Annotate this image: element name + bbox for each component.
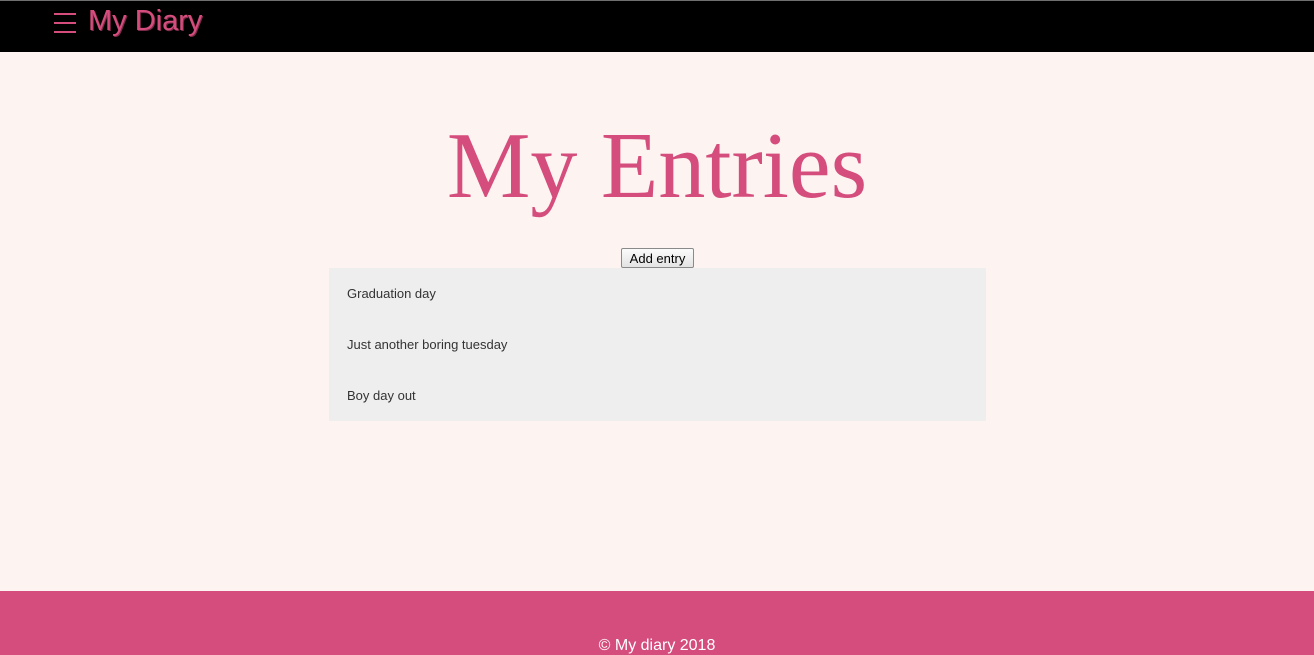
entries-list: Graduation day Just another boring tuesd…: [329, 268, 986, 421]
copyright-text: © My diary 2018: [598, 637, 716, 654]
footer: © My diary 2018: [0, 591, 1314, 655]
top-navbar: My Diary: [0, 0, 1314, 52]
entry-item[interactable]: Just another boring tuesday: [347, 337, 507, 353]
brand-menu-toggle[interactable]: My Diary: [53, 4, 202, 38]
entry-item[interactable]: Boy day out: [347, 388, 416, 404]
page-title: My Entries: [446, 114, 868, 218]
hamburger-menu-icon[interactable]: [53, 4, 77, 38]
entry-item[interactable]: Graduation day: [347, 286, 436, 302]
add-entry-button[interactable]: Add entry: [621, 248, 694, 268]
brand-title[interactable]: My Diary: [88, 4, 202, 38]
